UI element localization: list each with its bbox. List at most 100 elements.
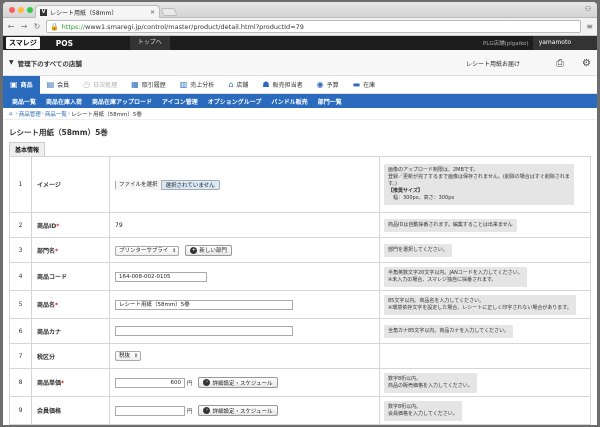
forward-icon[interactable]: →: [20, 22, 28, 31]
help-line: 数字8桁以内。: [388, 403, 422, 410]
sub-nav-item[interactable]: オプショングループ: [203, 97, 267, 106]
help-text: 半角英数文字20文字以内。JANコードを入力してください。 ※未入力の場合、スマ…: [384, 266, 527, 287]
field-label: イメージ: [31, 156, 110, 213]
smaregi-logo[interactable]: スマレジ: [6, 37, 40, 49]
form-row-product-id: 2 商品ID* 79 商品IDは自動採番されます。編集することは出来ません: [9, 212, 591, 238]
sub-nav-item[interactable]: 商品在庫入荷: [41, 97, 87, 106]
main-nav-item[interactable]: ▦ 取引履歴: [124, 76, 173, 94]
row-number: 5: [9, 290, 32, 319]
person-icon[interactable]: ⚇: [585, 5, 591, 13]
daily-icon: ◷: [83, 80, 91, 89]
price-input[interactable]: 600: [115, 377, 185, 388]
row-number: 4: [9, 262, 32, 291]
help-text: 商品IDは自動採番されます。編集することは出来ません: [384, 218, 517, 232]
section-tab-basic[interactable]: 基本情報: [9, 142, 46, 156]
file-status: 選択されていません: [165, 182, 215, 189]
field-label: 税区分: [31, 343, 110, 369]
minimize-window-icon[interactable]: [18, 7, 24, 13]
button-label: 新しい部門: [199, 248, 227, 254]
sub-nav-item[interactable]: 商品一覧: [7, 97, 41, 106]
yen-unit: 円: [187, 380, 193, 387]
breadcrumb-sep: ›: [67, 110, 71, 117]
chart-icon: ▥: [179, 80, 188, 89]
main-nav-label: 在庫: [363, 82, 376, 89]
tab-title: レシート用紙（58mm）: [50, 9, 118, 17]
help-text: 85文字以内。商品名を入力してください。 ※環境依存文字を設定した場合、レシート…: [384, 294, 576, 315]
tax-select[interactable]: 税抜: [115, 351, 142, 361]
staff-icon: ☗: [262, 80, 270, 89]
main-nav-item[interactable]: ⌂ 店舗: [221, 76, 255, 94]
top-link[interactable]: トップへ: [129, 36, 170, 50]
form-row-kana: 6 商品カナ 全角カナ85文字以内。商品カナを入力してください。: [9, 318, 591, 344]
main-nav-item[interactable]: ▥ 売上分析: [173, 76, 222, 94]
field-label: 会員価格: [31, 396, 110, 425]
lock-icon: 🔒: [50, 22, 59, 31]
breadcrumb-current: レシート用紙（58mm）5巻: [71, 111, 142, 118]
close-window-icon[interactable]: [9, 7, 15, 13]
button-label: 詳細設定・スケジュール: [212, 380, 273, 387]
user-area: PLG店舗(plgaiko) yamamoto: [483, 36, 597, 50]
shop-name: PLG店舗(plgaiko): [483, 41, 529, 47]
breadcrumb: ⌂ › 商品管理 › 商品一覧 › レシート用紙（58mm）5巻: [3, 108, 597, 120]
stock-icon: ▬: [352, 80, 361, 89]
field-label: 商品名*: [31, 290, 110, 319]
printer-icon[interactable]: ⎙: [556, 58, 564, 69]
product-kana-input[interactable]: [115, 326, 293, 336]
main-nav-item[interactable]: ◷ 日次処理: [76, 76, 124, 94]
sub-nav-item[interactable]: 部門一覧: [313, 97, 347, 106]
breadcrumb-sep: ›: [41, 110, 44, 117]
file-input[interactable]: ファイルを選択 選択されていません: [115, 179, 220, 190]
dept-select[interactable]: プリンターサプライ: [115, 245, 180, 256]
budget-icon: ◉: [316, 80, 324, 89]
form-row-image: 1 イメージ ファイルを選択 選択されていません 画像のアップロード制限は、2M…: [9, 156, 591, 213]
main-nav-item[interactable]: ▣ 商品: [3, 75, 40, 94]
tab-close-icon[interactable]: ✕: [150, 9, 155, 16]
help-line: 商品の販売価格を入力してください。: [388, 382, 473, 389]
store-selector[interactable]: 管理下のすべての店舗: [18, 58, 82, 68]
page-title: レシート用紙（58mm）5巻: [9, 128, 108, 137]
browser-menu-icon[interactable]: ≡: [586, 22, 593, 31]
home-icon[interactable]: ⌂: [9, 111, 13, 117]
help-line: 登録／更新が完了するまで画像は保存されません。(削除の場合はすぐ削除されま: [388, 174, 570, 180]
member-price-input[interactable]: [115, 405, 185, 416]
new-dept-button[interactable]: + 新しい部門: [185, 244, 232, 256]
main-nav-item[interactable]: ▬ 在庫: [346, 76, 383, 94]
file-choose-button[interactable]: ファイルを選択: [116, 179, 162, 190]
browser-tab[interactable]: V レシート用紙（58mm） ✕: [35, 5, 160, 18]
main-nav: ▣ 商品 ▤ 会員 ◷ 日次処理 ▦ 取引履歴 ▥ 売上分析 ⌂ 店舗 ☗ 販売担当者 ◉ 予算 ▬ 在庫: [3, 75, 597, 94]
field-label: 部門名*: [31, 237, 110, 263]
breadcrumb-item[interactable]: 商品一覧: [45, 110, 67, 118]
form-row-member-price: 9 会員価格 円 › 詳細設定・スケジュール 数字8桁以内。 会員価格を入力してく…: [9, 396, 591, 425]
breadcrumb-sep: ›: [15, 110, 18, 117]
main-nav-label: 取引履歴: [141, 82, 166, 89]
main-nav-item[interactable]: ◉ 予算: [310, 76, 346, 94]
main-nav-item[interactable]: ▤ 会員: [40, 76, 77, 94]
form-row-name: 5 商品名* レシート用紙（58mm）5巻 85文字以内。商品名を入力してくださ…: [9, 290, 591, 319]
reload-icon[interactable]: ↻: [33, 22, 41, 31]
help-text: 画像のアップロード制限は、2MBです。 登録／更新が完了するまで画像は保存されま…: [384, 164, 574, 205]
product-name-input[interactable]: レシート用紙（58mm）5巻: [115, 299, 293, 310]
user-menu: ⚇: [585, 5, 591, 13]
sub-nav-item[interactable]: バンドル販売: [266, 97, 312, 106]
sub-nav-item[interactable]: 商品在庫アップロード: [87, 97, 157, 106]
new-tab-button[interactable]: [160, 8, 178, 16]
chevron-down-icon[interactable]: ▼: [9, 59, 14, 66]
user-menu-button[interactable]: yamamoto: [532, 36, 597, 50]
back-icon[interactable]: ←: [7, 22, 15, 31]
member-price-schedule-button[interactable]: › 詳細設定・スケジュール: [198, 405, 278, 416]
product-id-value: 79: [109, 212, 380, 238]
breadcrumb-item[interactable]: 商品管理: [19, 110, 41, 118]
main-nav-item[interactable]: ☗ 販売担当者: [255, 76, 309, 94]
chevron-right-icon: ›: [203, 407, 211, 414]
price-schedule-button[interactable]: › 詳細設定・スケジュール: [198, 377, 278, 388]
maximize-window-icon[interactable]: [27, 7, 33, 13]
gear-icon[interactable]: ⚙: [582, 58, 591, 69]
receipt-delivery-link[interactable]: レシート用紙お届け: [466, 59, 520, 68]
help-line: 画像のアップロード制限は、2MBです。: [388, 167, 479, 173]
url-field[interactable]: 🔒 https://www1.smaregi.jp/control/master…: [46, 20, 582, 33]
row-number: 3: [9, 237, 32, 263]
sub-nav-item[interactable]: アイコン管理: [157, 97, 203, 106]
main-nav-label: 売上分析: [190, 82, 215, 89]
product-code-input[interactable]: 164-008-002-0105: [115, 271, 207, 282]
url-scheme: https://: [61, 22, 86, 31]
